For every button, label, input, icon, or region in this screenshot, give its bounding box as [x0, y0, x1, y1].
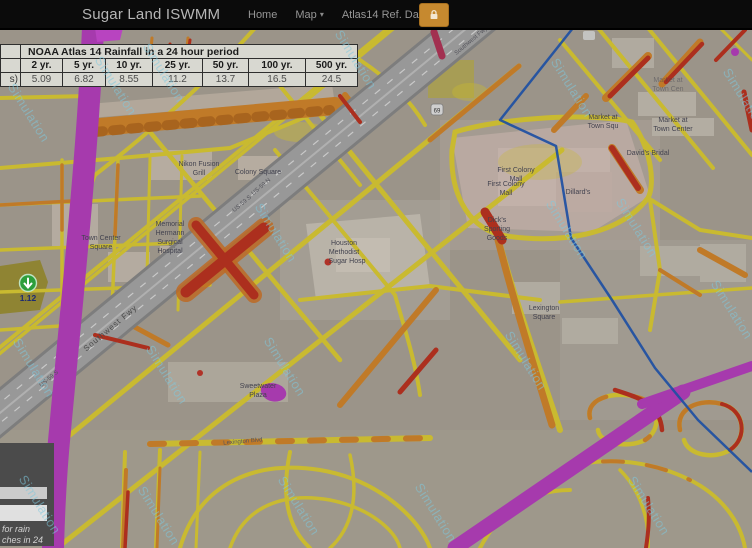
svg-text:Market at: Market at: [653, 77, 682, 84]
svg-text:Square: Square: [533, 314, 556, 321]
marker-value-label: 1.12: [20, 293, 37, 303]
main-nav: Home Map ▾ Atlas14 Ref. Data: [248, 9, 428, 21]
svg-text:Sweetwater: Sweetwater: [240, 383, 277, 390]
svg-text:Town Squ: Town Squ: [588, 123, 619, 130]
svg-text:Goods: Goods: [487, 235, 508, 242]
col-2yr: 2 yr.: [21, 59, 63, 73]
svg-text:Nikon Fusion: Nikon Fusion: [179, 161, 220, 168]
svg-text:Town Center: Town Center: [81, 235, 121, 242]
nav-home[interactable]: Home: [248, 9, 277, 21]
svg-text:Market at: Market at: [658, 117, 687, 124]
svg-text:Hermann: Hermann: [156, 230, 185, 237]
svg-text:Hospital: Hospital: [157, 248, 183, 255]
svg-text:Surgical: Surgical: [157, 239, 183, 246]
svg-text:Houston: Houston: [331, 240, 357, 247]
svg-text:Methodist: Methodist: [329, 249, 359, 256]
map-canvas[interactable]: 69 Colony Square Nikon Fusion Grill Memo…: [0, 28, 752, 548]
val-100yr: 16.5: [249, 73, 306, 87]
col-100yr: 100 yr.: [249, 59, 306, 73]
svg-text:Lexington: Lexington: [529, 305, 559, 312]
val-5yr: 6.82: [63, 73, 106, 87]
row-label-fragment: s): [1, 73, 21, 87]
lock-button[interactable]: [419, 3, 449, 27]
svg-text:69: 69: [434, 109, 441, 115]
val-50yr: 13.7: [203, 73, 249, 87]
svg-text:Square: Square: [90, 244, 113, 251]
svg-text:Town Cen: Town Cen: [652, 86, 683, 93]
val-2yr: 5.09: [21, 73, 63, 87]
lock-icon: [428, 9, 440, 21]
col-25yr: 25 yr.: [153, 59, 203, 73]
svg-text:Dillard's: Dillard's: [566, 189, 591, 196]
table-title-row: NOAA Atlas 14 Rainfall in a 24 hour peri…: [1, 45, 358, 59]
svg-text:First Colony: First Colony: [487, 181, 525, 188]
panel-text-line-1: for rain: [2, 524, 30, 534]
col-500yr: 500 yr.: [306, 59, 358, 73]
panel-input-1[interactable]: [0, 487, 47, 499]
map-marker[interactable]: 1.12: [20, 275, 37, 304]
chevron-down-icon: ▾: [320, 10, 324, 19]
val-500yr: 24.5: [306, 73, 358, 87]
app-window: Sugar Land ISWMM Home Map ▾ Atlas14 Ref.…: [0, 0, 752, 548]
panel-input-2[interactable]: [0, 505, 47, 521]
nav-map-dropdown[interactable]: Map ▾: [295, 9, 323, 21]
svg-text:Colony Square: Colony Square: [235, 169, 281, 176]
table-title: NOAA Atlas 14 Rainfall in a 24 hour peri…: [21, 45, 358, 59]
svg-text:Mall: Mall: [500, 190, 513, 197]
dialog-fragment: for rain ches in 24: [0, 443, 54, 546]
svg-text:First Colony: First Colony: [497, 167, 535, 174]
val-25yr: 11.2: [153, 73, 203, 87]
svg-text:Market at: Market at: [588, 114, 617, 121]
table-header-row: 2 yr. 5 yr. 10 yr. 25 yr. 50 yr. 100 yr.…: [1, 59, 358, 73]
nav-atlas14-ref-data[interactable]: Atlas14 Ref. Data: [342, 9, 428, 21]
map-badge: [583, 31, 595, 40]
col-50yr: 50 yr.: [203, 59, 249, 73]
rainfall-table: NOAA Atlas 14 Rainfall in a 24 hour peri…: [0, 44, 358, 87]
svg-text:Sporting: Sporting: [484, 226, 510, 233]
svg-text:Dick's: Dick's: [488, 217, 507, 224]
app-header: Sugar Land ISWMM Home Map ▾ Atlas14 Ref.…: [0, 0, 752, 30]
svg-text:Memorial: Memorial: [156, 221, 185, 228]
svg-text:David's Bridal: David's Bridal: [627, 150, 670, 157]
table-values-row: s) 5.09 6.82 8.55 11.2 13.7 16.5 24.5: [1, 73, 358, 87]
svg-text:Plaza: Plaza: [249, 392, 267, 399]
svg-text:Sugar Hosp: Sugar Hosp: [329, 258, 366, 265]
col-5yr: 5 yr.: [63, 59, 106, 73]
svg-text:Grill: Grill: [193, 170, 206, 177]
panel-text-line-2: ches in 24: [2, 535, 43, 545]
svg-text:Town Center: Town Center: [653, 126, 693, 133]
val-10yr: 8.55: [106, 73, 153, 87]
col-10yr: 10 yr.: [106, 59, 153, 73]
app-title: Sugar Land ISWMM: [82, 6, 220, 23]
